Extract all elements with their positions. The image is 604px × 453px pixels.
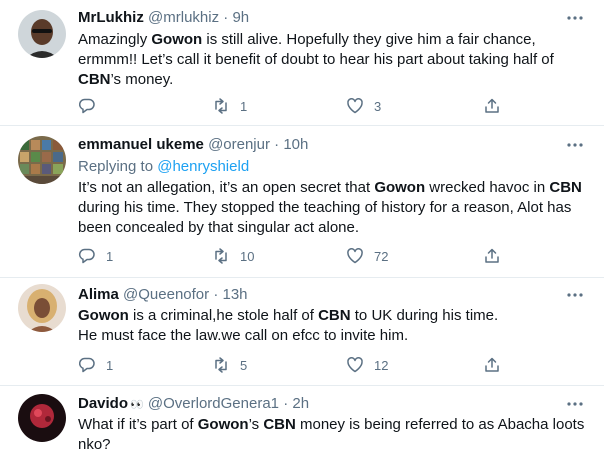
tweet-text-segment: ermmm!! Let’s call it benefit of doubt t… bbox=[78, 51, 554, 68]
replying-to: Replying to @henryshield bbox=[78, 157, 249, 177]
tweet[interactable]: MrLukhiz @mrlukhiz · 9h Amazingly Gowon … bbox=[0, 0, 604, 126]
retweet-icon bbox=[212, 356, 230, 374]
replying-to-prefix: Replying to bbox=[78, 158, 158, 175]
tweet-actions: 1 3 bbox=[78, 96, 508, 116]
display-name[interactable]: Davido bbox=[78, 395, 128, 412]
more-icon[interactable] bbox=[566, 136, 584, 154]
tweet[interactable]: emmanuel ukeme @orenjur · 10h Replying t… bbox=[0, 126, 604, 278]
user-handle[interactable]: @Queenofor bbox=[123, 286, 209, 303]
tweet-text-segment: is a criminal,he stole half of bbox=[128, 307, 319, 324]
retweet-button[interactable]: 5 bbox=[212, 355, 247, 375]
highlighted-term: Gowon bbox=[151, 31, 203, 48]
tweet-text-segment: during his time. They stopped the teachi… bbox=[78, 199, 572, 216]
highlighted-term: Gowon bbox=[78, 307, 129, 324]
tweet-text-segment: nko? bbox=[78, 436, 111, 453]
tweet[interactable]: Davido 👀 @OverlordGenera1 · 2h What if it… bbox=[0, 386, 604, 453]
tweet-header: emmanuel ukeme @orenjur · 10h bbox=[78, 136, 309, 153]
highlighted-term: CBN bbox=[78, 71, 111, 88]
retweet-count: 10 bbox=[240, 248, 255, 264]
display-name[interactable]: MrLukhiz bbox=[78, 9, 144, 26]
tweet-text-segment: Amazingly bbox=[78, 31, 152, 48]
tweet-text-segment: ’s bbox=[248, 416, 264, 433]
tweet-text: What if it’s part of Gowon’s CBN money i… bbox=[78, 415, 588, 453]
tweet-text-segment: been concealed by that singular act alon… bbox=[78, 219, 360, 236]
tweet-text-segment: It’s not an allegation, it’s an open sec… bbox=[78, 179, 375, 196]
tweet-text-segment: to UK during his time. bbox=[350, 307, 499, 324]
avatar[interactable] bbox=[18, 10, 66, 58]
heart-icon bbox=[346, 97, 364, 115]
tweet-text: Amazingly Gowon is still alive. Hopefull… bbox=[78, 30, 588, 90]
timestamp[interactable]: 9h bbox=[232, 9, 249, 26]
avatar[interactable] bbox=[18, 394, 66, 442]
reply-icon bbox=[78, 356, 96, 374]
retweet-button[interactable]: 1 bbox=[212, 96, 247, 116]
highlighted-term: CBN bbox=[549, 179, 582, 196]
reply-button[interactable] bbox=[78, 96, 106, 116]
share-button[interactable] bbox=[483, 96, 501, 116]
tweet-text-segment: ’s money. bbox=[110, 71, 174, 88]
share-icon bbox=[483, 247, 501, 265]
like-button[interactable]: 72 bbox=[346, 246, 388, 266]
share-button[interactable] bbox=[483, 355, 501, 375]
avatar[interactable] bbox=[18, 284, 66, 332]
timestamp[interactable]: 2h bbox=[292, 395, 309, 412]
display-name[interactable]: Alima bbox=[78, 286, 119, 303]
tweet-header: Davido 👀 @OverlordGenera1 · 2h bbox=[78, 395, 310, 412]
reply-button[interactable]: 1 bbox=[78, 355, 113, 375]
reply-count: 1 bbox=[106, 357, 114, 373]
reply-icon bbox=[78, 247, 96, 265]
tweet-header: Alima @Queenofor · 13h bbox=[78, 286, 248, 303]
reply-count: 1 bbox=[106, 248, 114, 264]
more-icon[interactable] bbox=[566, 395, 584, 413]
reply-button[interactable]: 1 bbox=[78, 246, 113, 266]
eyes-emoji: 👀 bbox=[130, 399, 144, 411]
heart-icon bbox=[346, 247, 364, 265]
tweet-text-segment: He must face the law.we call on efcc to … bbox=[78, 327, 409, 344]
retweet-icon bbox=[212, 247, 230, 265]
tweet-text: It’s not an allegation, it’s an open sec… bbox=[78, 178, 588, 238]
tweet-text-segment: wrecked havoc in bbox=[425, 179, 550, 196]
retweet-count: 5 bbox=[240, 357, 248, 373]
like-count: 3 bbox=[374, 98, 382, 114]
retweet-count: 1 bbox=[240, 98, 248, 114]
tweet-actions: 1 5 12 bbox=[78, 355, 508, 375]
tweet-feed: MrLukhiz @mrlukhiz · 9h Amazingly Gowon … bbox=[0, 0, 604, 453]
tweet-text-segment: money is being referred to as Abacha loo… bbox=[295, 416, 585, 433]
replying-to-handle[interactable]: @henryshield bbox=[157, 158, 249, 175]
highlighted-term: Gowon bbox=[197, 416, 249, 433]
tweet-actions: 1 10 72 bbox=[78, 246, 508, 266]
like-button[interactable]: 12 bbox=[346, 355, 388, 375]
timestamp[interactable]: 10h bbox=[283, 136, 308, 153]
share-icon bbox=[483, 97, 501, 115]
highlighted-term: Gowon bbox=[374, 179, 426, 196]
more-icon[interactable] bbox=[566, 286, 584, 304]
retweet-icon bbox=[212, 97, 230, 115]
tweet[interactable]: Alima @Queenofor · 13h Gowon is a crimin… bbox=[0, 278, 604, 386]
retweet-button[interactable]: 10 bbox=[212, 246, 254, 266]
avatar[interactable] bbox=[18, 136, 66, 184]
share-icon bbox=[483, 356, 501, 374]
highlighted-term: CBN bbox=[318, 307, 351, 324]
timestamp[interactable]: 13h bbox=[223, 286, 248, 303]
like-button[interactable]: 3 bbox=[346, 96, 381, 116]
like-count: 72 bbox=[374, 248, 389, 264]
user-handle[interactable]: @orenjur bbox=[208, 136, 270, 153]
reply-icon bbox=[78, 97, 96, 115]
tweet-text-segment: What if it’s part of bbox=[78, 416, 198, 433]
tweet-header: MrLukhiz @mrlukhiz · 9h bbox=[78, 9, 250, 26]
heart-icon bbox=[346, 356, 364, 374]
share-button[interactable] bbox=[483, 246, 501, 266]
tweet-text-segment: is still alive. Hopefully they give him … bbox=[202, 31, 536, 48]
user-handle[interactable]: @mrlukhiz bbox=[148, 9, 219, 26]
display-name[interactable]: emmanuel ukeme bbox=[78, 136, 204, 153]
user-handle[interactable]: @OverlordGenera1 bbox=[148, 395, 279, 412]
highlighted-term: CBN bbox=[263, 416, 296, 433]
like-count: 12 bbox=[374, 357, 389, 373]
tweet-text: Gowon is a criminal,he stole half of CBN… bbox=[78, 306, 588, 346]
more-icon[interactable] bbox=[566, 9, 584, 27]
